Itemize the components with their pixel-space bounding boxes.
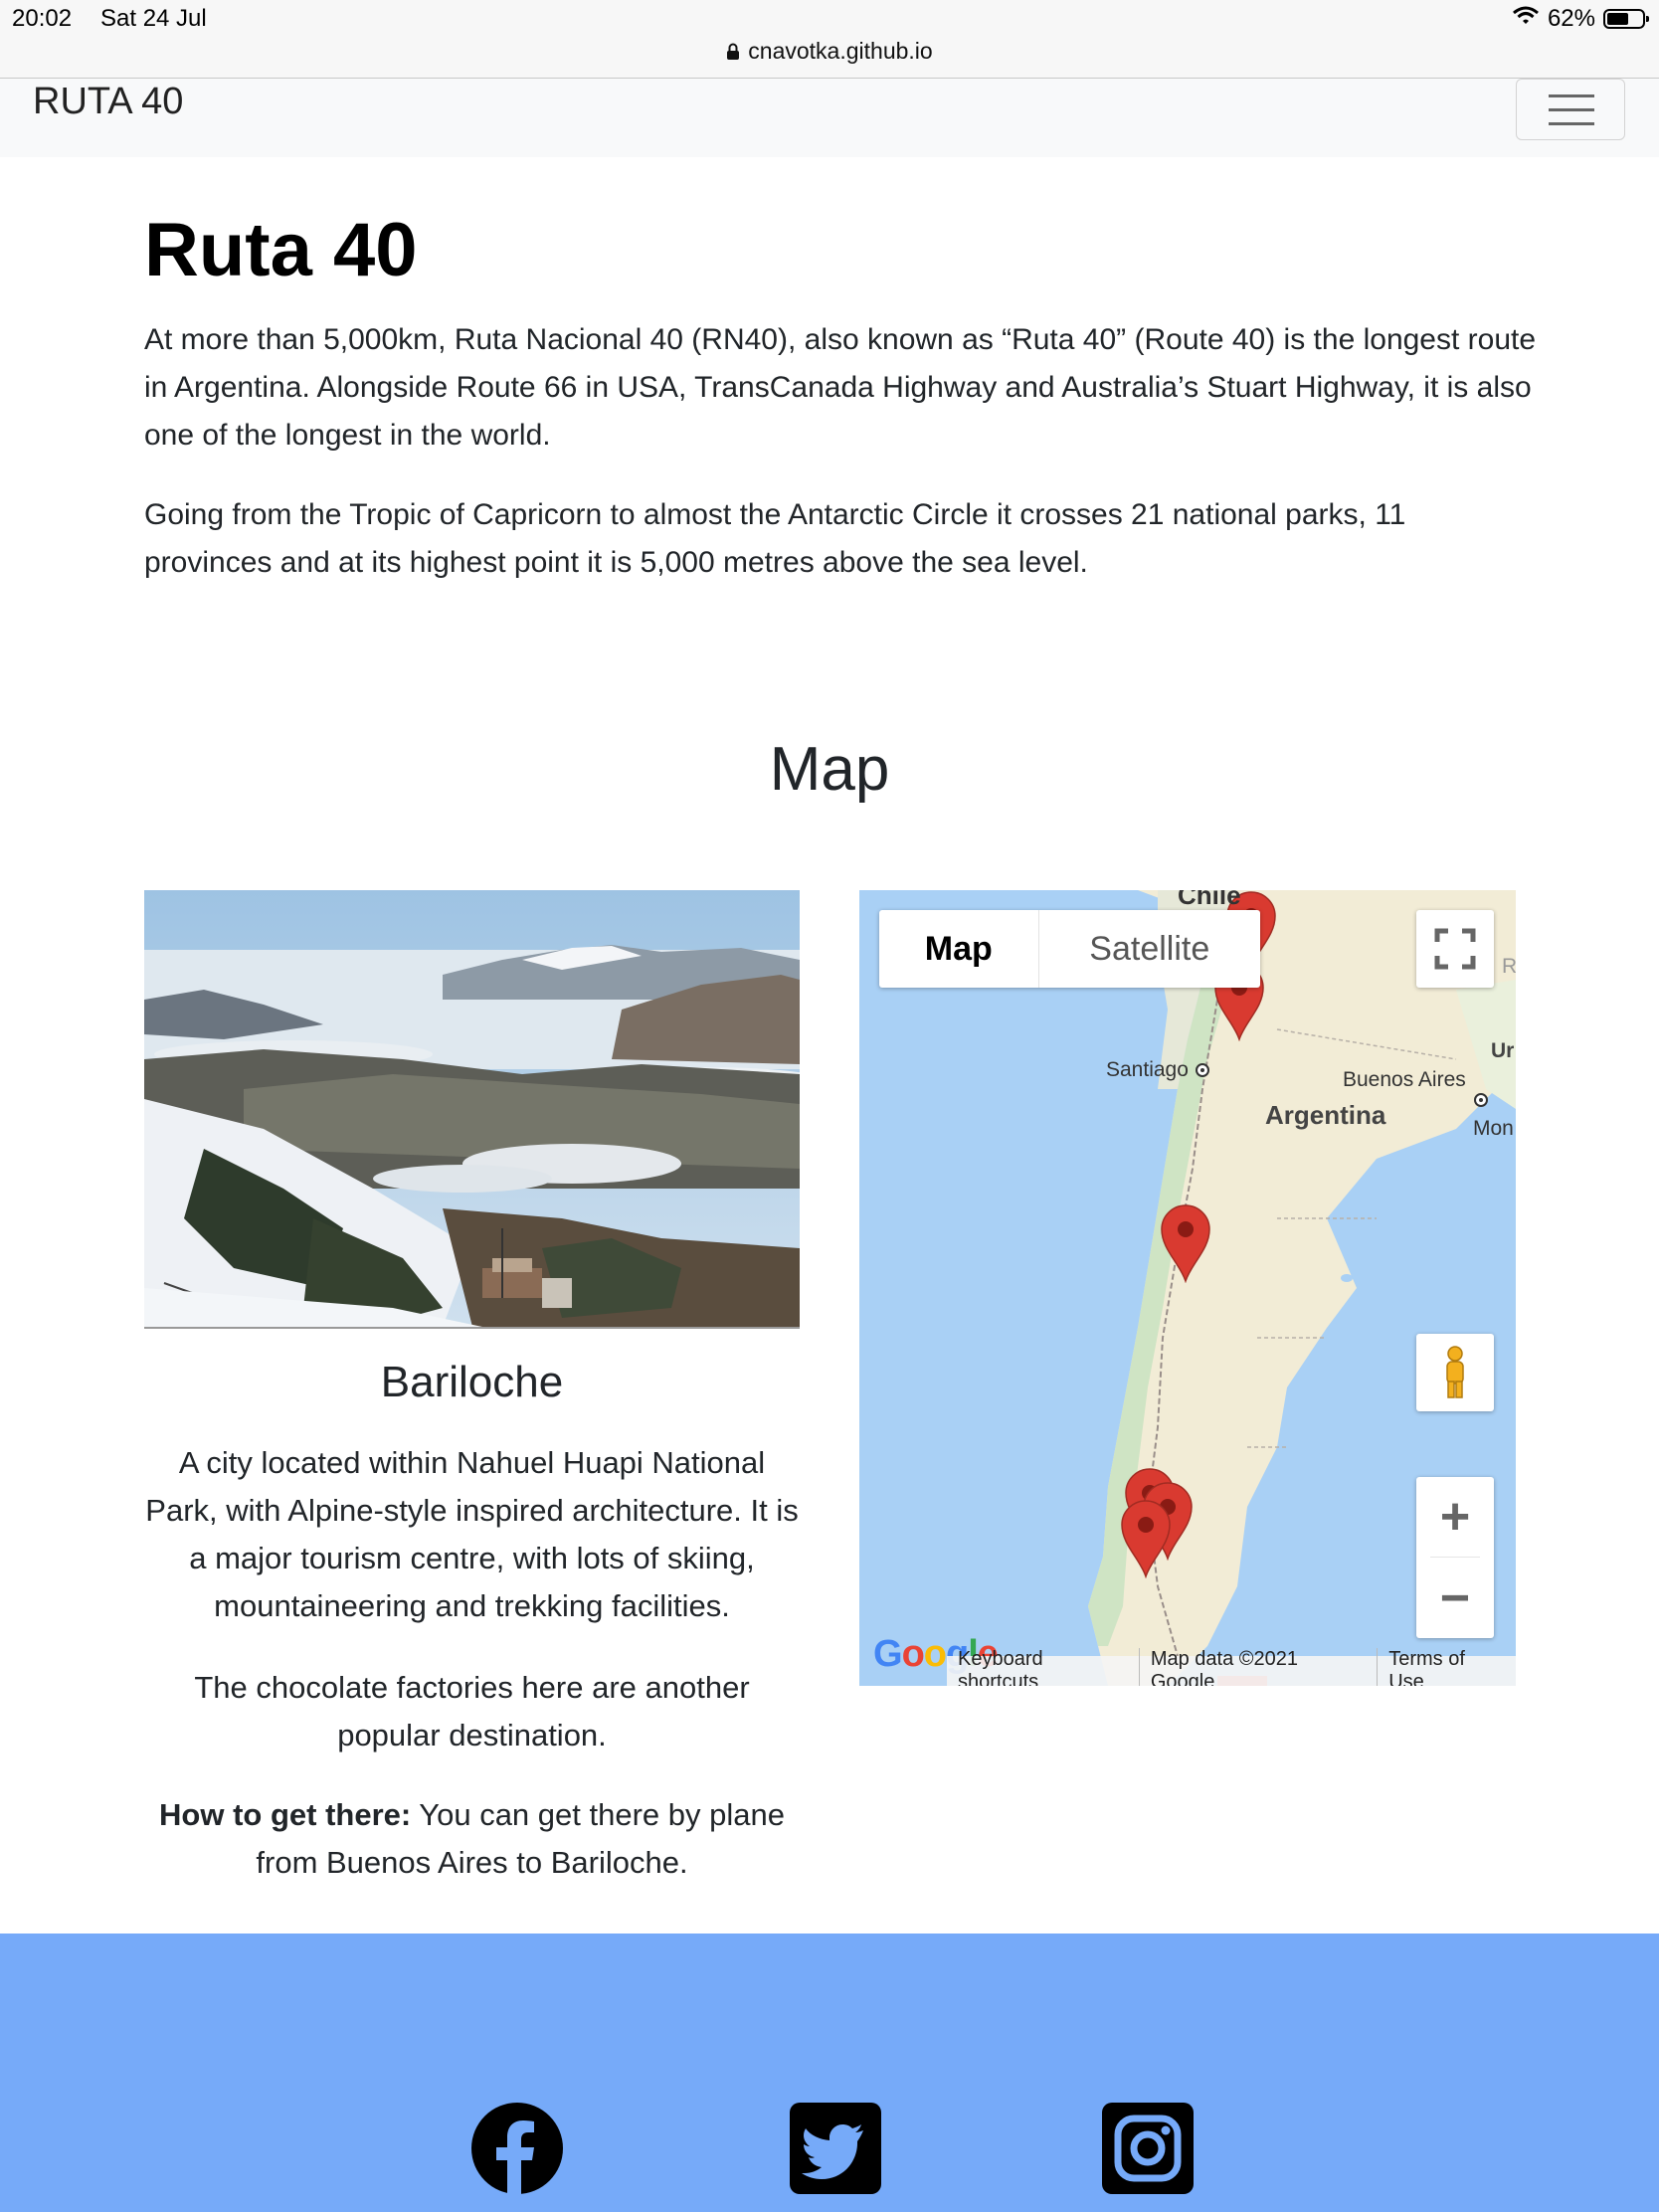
- address-bar[interactable]: cnavotka.github.io: [0, 38, 1659, 67]
- battery-icon: [1603, 9, 1649, 29]
- how-to-get-there: How to get there: You can get there by p…: [139, 1791, 805, 1887]
- twitter-icon[interactable]: [790, 2103, 881, 2194]
- map-section-heading: Map: [769, 735, 890, 804]
- map-label-montevideo: Mon: [1473, 1117, 1514, 1140]
- fullscreen-icon: [1434, 928, 1476, 970]
- facebook-icon[interactable]: [471, 2103, 563, 2194]
- map-label-chile: Chile: [1178, 890, 1241, 910]
- fullscreen-button[interactable]: [1416, 910, 1494, 988]
- url-text: cnavotka.github.io: [748, 38, 933, 64]
- map-marker[interactable]: [1160, 1203, 1211, 1283]
- destination-description: A city located within Nahuel Huapi Natio…: [145, 1445, 799, 1623]
- destination-title: Bariloche: [380, 1358, 564, 1406]
- lock-icon: [726, 40, 740, 67]
- map-type-map-button[interactable]: Map: [879, 910, 1039, 988]
- battery-percent: 62%: [1547, 5, 1595, 32]
- how-to-get-there-label: How to get there:: [159, 1797, 412, 1832]
- google-map[interactable]: Chile Santiago Buenos Aires Argentina Ur…: [859, 890, 1516, 1686]
- intro-paragraph-2: Going from the Tropic of Capricorn to al…: [144, 498, 1406, 579]
- pegman-icon: [1446, 1346, 1464, 1398]
- map-type-control: Map Satellite: [879, 910, 1260, 988]
- status-bar: 20:02 Sat 24 Jul cnavotka.github.io 62%: [0, 0, 1659, 79]
- page-title: Ruta 40: [144, 208, 418, 292]
- zoom-in-button[interactable]: +: [1416, 1477, 1494, 1557]
- status-right: 62%: [1512, 5, 1649, 33]
- map-label-r: R: [1502, 955, 1516, 978]
- map-data-text: Map data ©2021 Google: [1138, 1648, 1377, 1686]
- map-label-santiago: Santiago: [1106, 1058, 1189, 1081]
- map-type-satellite-button[interactable]: Satellite: [1039, 910, 1260, 988]
- map-marker[interactable]: [1120, 1499, 1172, 1578]
- destination-description-2: The chocolate factories here are another…: [194, 1670, 750, 1752]
- zoom-out-button[interactable]: −: [1416, 1559, 1494, 1638]
- intro-paragraph-1: At more than 5,000km, Ruta Nacional 40 (…: [144, 323, 1537, 452]
- hamburger-icon: [1549, 94, 1594, 97]
- keyboard-shortcuts-link[interactable]: Keyboard shortcuts: [947, 1648, 1139, 1686]
- terms-of-use-link[interactable]: Terms of Use: [1377, 1648, 1516, 1686]
- navbar: RUTA 40: [0, 79, 1659, 157]
- menu-toggle-button[interactable]: [1516, 79, 1625, 140]
- wifi-icon: [1512, 5, 1540, 33]
- instagram-icon[interactable]: [1102, 2103, 1194, 2194]
- map-label-argentina: Argentina: [1265, 1100, 1386, 1130]
- navbar-brand[interactable]: RUTA 40: [33, 81, 183, 123]
- bariloche-photo: [144, 890, 800, 1329]
- street-view-button[interactable]: [1416, 1334, 1494, 1411]
- map-attribution: Keyboard shortcuts Map data ©2021 Google…: [947, 1648, 1516, 1686]
- status-time: 20:02: [12, 5, 73, 32]
- map-label-uruguay: Ur: [1491, 1039, 1515, 1062]
- map-label-buenos-aires: Buenos Aires: [1343, 1068, 1466, 1091]
- status-date: Sat 24 Jul: [100, 5, 207, 32]
- zoom-control: + −: [1416, 1477, 1494, 1638]
